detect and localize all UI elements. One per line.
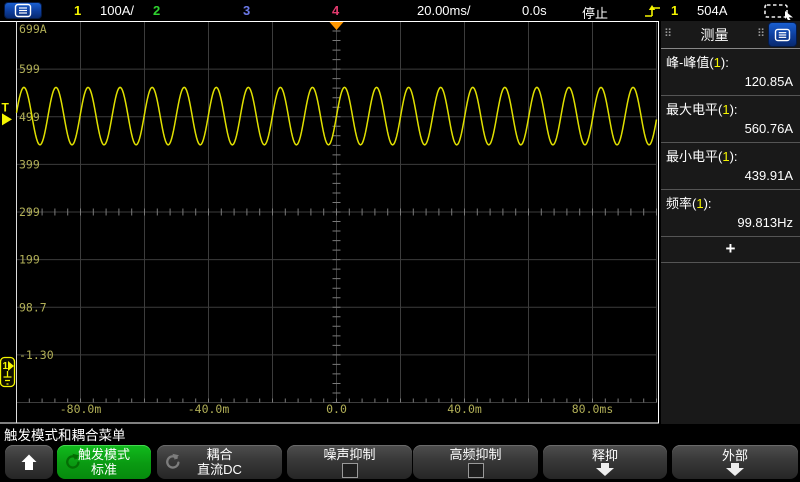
softkey-hf-reject[interactable]: 高频抑制: [413, 445, 538, 479]
x-axis-label: 0.0: [326, 402, 347, 416]
run-state-label: 停止: [582, 3, 608, 22]
hamburger-menu-icon: [774, 28, 791, 42]
measurement-name: 峰-峰值(: [666, 55, 714, 70]
hf-reject-checkbox[interactable]: [468, 463, 484, 478]
add-measurement-button[interactable]: +: [726, 239, 736, 258]
softkey-value: 标准: [91, 462, 117, 477]
measurement-name: 最大电平(: [666, 102, 722, 117]
softkey-title: 噪声抑制: [323, 447, 375, 462]
trigger-level-value[interactable]: 504A: [697, 3, 727, 18]
y-axis-label: 699A: [19, 22, 47, 36]
rotate-knob-icon: [164, 453, 180, 469]
up-arrow-icon: [20, 453, 38, 471]
trigger-edge-rising-icon: [644, 3, 664, 19]
measurement-panel-header[interactable]: ⠿ 测量 ⠿: [661, 21, 800, 49]
channel-4-badge[interactable]: 4: [332, 3, 339, 18]
trigger-level-marker-icon[interactable]: [2, 113, 12, 125]
measurement-row-peak-peak[interactable]: 峰-峰值(1): 120.85A: [661, 49, 800, 96]
top-status-bar: 1 100A/ 2 3 4 20.00ms/ 0.0s 停止 1 504A: [0, 0, 800, 21]
ground-marker-icon[interactable]: 1: [1, 358, 15, 387]
measurement-row-min-level[interactable]: 最小电平(1): 439.91A: [661, 143, 800, 190]
y-axis-label: 599: [19, 62, 40, 76]
softkey-title: 耦合: [206, 447, 232, 462]
add-measurement-row: +: [661, 237, 800, 263]
softkey-external[interactable]: 外部: [672, 445, 798, 479]
down-arrow-icon: [595, 463, 615, 476]
measurement-suffix: ):: [730, 149, 738, 164]
scope-display[interactable]: 699A 599 499 399 299 199 98.7 -1.30 -80.0m -40.0m…: [0, 21, 660, 424]
measurement-row-frequency[interactable]: 频率(1): 99.813Hz: [661, 190, 800, 237]
measurement-name: 最小电平(: [666, 149, 722, 164]
trigger-time-marker-icon[interactable]: [330, 22, 344, 30]
trigger-level-marker-label: T: [2, 100, 10, 114]
x-axis-label: -80.0m: [60, 402, 102, 416]
measurement-suffix: ):: [704, 196, 712, 211]
y-axis-label: 399: [19, 157, 40, 171]
measurement-value: 99.813Hz: [666, 212, 795, 234]
softkey-title: 触发模式: [78, 447, 130, 462]
softkey-menu-title: 触发模式和耦合菜单: [4, 424, 126, 444]
selection-cursor-icon[interactable]: [763, 2, 795, 20]
measurement-source: 1: [696, 196, 703, 211]
measurement-source: 1: [722, 102, 729, 117]
hamburger-menu-icon: [14, 3, 32, 18]
measurement-suffix: ):: [730, 102, 738, 117]
softkey-title: 高频抑制: [449, 447, 501, 462]
channel-1-scale[interactable]: 100A/: [100, 3, 134, 18]
measurement-source: 1: [714, 55, 721, 70]
softkey-holdoff[interactable]: 释抑: [543, 445, 667, 479]
softkey-title: 释抑: [592, 448, 618, 463]
menu-back-button[interactable]: [5, 445, 53, 479]
drag-handle-icon[interactable]: ⠿: [757, 29, 765, 40]
measurement-source: 1: [722, 149, 729, 164]
channel-3-badge[interactable]: 3: [243, 3, 250, 18]
timebase-scale[interactable]: 20.00ms/: [417, 3, 470, 18]
softkey-title: 外部: [722, 448, 748, 463]
noise-reject-checkbox[interactable]: [342, 463, 358, 478]
measurement-suffix: ):: [721, 55, 729, 70]
x-axis-label: -40.0m: [188, 402, 230, 416]
measurement-name: 频率(: [666, 196, 696, 211]
trigger-source-badge[interactable]: 1: [671, 3, 678, 18]
measurement-value: 439.91A: [666, 165, 795, 187]
measurement-row-max-level[interactable]: 最大电平(1): 560.76A: [661, 96, 800, 143]
softkey-coupling[interactable]: 耦合 直流DC: [157, 445, 282, 479]
softkey-value: 直流DC: [197, 462, 242, 477]
y-axis-label: 199: [19, 253, 40, 267]
channel-2-badge[interactable]: 2: [153, 3, 160, 18]
down-arrow-icon: [725, 463, 745, 476]
y-axis-label: 299: [19, 205, 40, 219]
measurement-value: 120.85A: [666, 71, 795, 93]
measurement-value: 560.76A: [666, 118, 795, 140]
x-axis-label: 40.0m: [447, 402, 482, 416]
y-axis-label: 499: [19, 110, 40, 124]
x-axis-label: 80.0ms: [572, 402, 614, 416]
main-menu-button[interactable]: [4, 2, 42, 19]
softkey-trigger-mode[interactable]: 触发模式 标准: [57, 445, 151, 479]
svg-text:1: 1: [3, 361, 9, 372]
rotate-knob-icon: [64, 453, 80, 469]
panel-title: 测量: [672, 25, 757, 45]
measurement-panel: ⠿ 测量 ⠿ 峰-峰值(1): 120.85A 最大电平(1): 560.76A…: [661, 21, 800, 424]
y-axis-label: -1.30: [19, 348, 54, 362]
drag-handle-icon[interactable]: ⠿: [664, 29, 672, 40]
panel-menu-button[interactable]: [768, 22, 797, 47]
timebase-delay[interactable]: 0.0s: [522, 3, 547, 18]
channel-1-badge[interactable]: 1: [74, 3, 81, 18]
y-axis-label: 98.7: [19, 300, 47, 314]
softkey-noise-reject[interactable]: 噪声抑制: [287, 445, 412, 479]
